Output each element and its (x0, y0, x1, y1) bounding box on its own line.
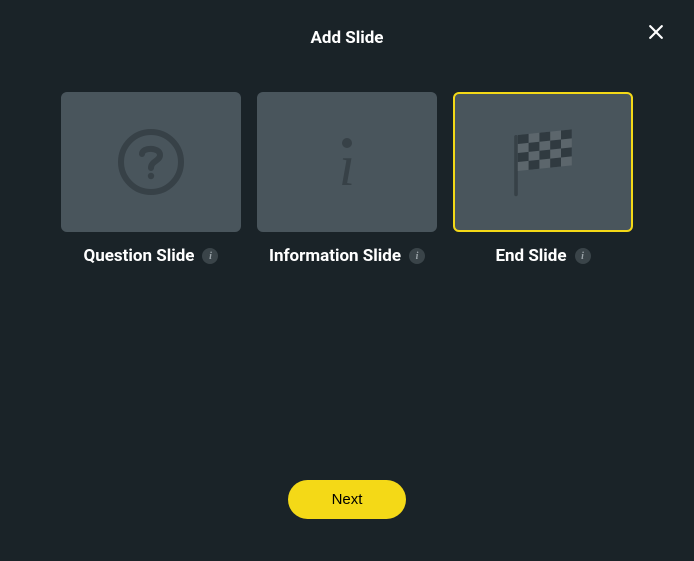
card-label-question: Question Slide (84, 246, 195, 266)
dialog-header: Add Slide (20, 28, 674, 48)
card-wrap-end: End Slide i (453, 92, 633, 266)
card-wrap-question: Question Slide i (61, 92, 241, 266)
card-wrap-information: ı Information Slide i (257, 92, 437, 266)
card-end-slide[interactable] (453, 92, 633, 232)
card-label-row-question: Question Slide i (84, 246, 219, 266)
add-slide-dialog: Add Slide Question Slide i (0, 0, 694, 561)
question-mark-icon (117, 128, 185, 196)
close-icon (646, 22, 666, 42)
close-button[interactable] (642, 18, 670, 46)
card-information-slide[interactable]: ı (257, 92, 437, 232)
next-button[interactable]: Next (288, 480, 407, 519)
info-icon[interactable]: i (202, 248, 218, 264)
card-label-information: Information Slide (269, 246, 401, 266)
card-label-end: End Slide (495, 246, 566, 266)
card-question-slide[interactable] (61, 92, 241, 232)
checkered-flag-icon (498, 117, 588, 207)
info-i-icon: ı (339, 138, 355, 187)
info-icon[interactable]: i (575, 248, 591, 264)
info-icon[interactable]: i (409, 248, 425, 264)
dialog-footer: Next (20, 480, 674, 537)
dialog-title: Add Slide (310, 28, 383, 48)
card-label-row-end: End Slide i (495, 246, 590, 266)
slide-type-cards: Question Slide i ı Information Slide i (20, 92, 674, 266)
card-label-row-information: Information Slide i (269, 246, 425, 266)
